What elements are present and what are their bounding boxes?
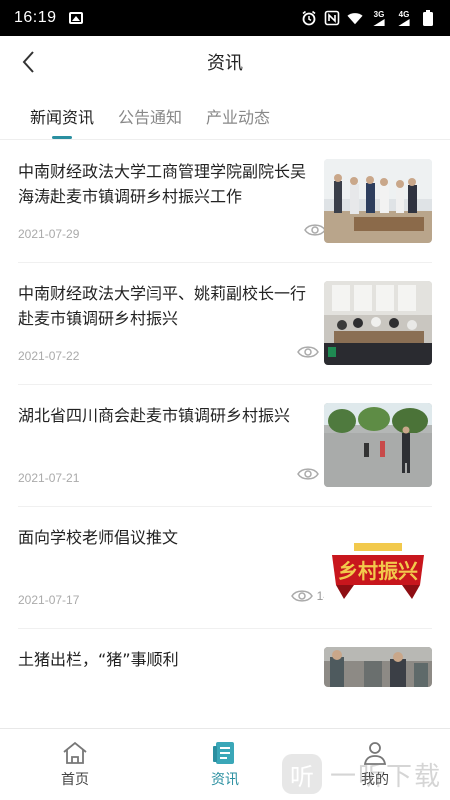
news-title: 湖北省四川商会赴麦市镇调研乡村振兴 — [18, 406, 291, 425]
bottom-nav: 首页 资讯 我的 听 一听下载 — [0, 728, 450, 800]
news-date: 2021-07-17 — [18, 593, 80, 607]
nav-news[interactable]: 资讯 — [150, 729, 300, 800]
signal-4g-icon: 4G — [395, 10, 413, 26]
news-date: 2021-07-21 — [18, 471, 80, 485]
battery-icon — [420, 10, 436, 26]
network-4g-label: 4G — [398, 10, 410, 19]
tab-industry-news[interactable]: 产业动态 — [206, 88, 270, 139]
news-date: 2021-07-22 — [18, 349, 80, 363]
top-bar: 资讯 — [0, 36, 450, 88]
nav-news-label: 资讯 — [211, 771, 239, 788]
poster-slogan: 乡村振兴 — [338, 559, 418, 583]
chevron-left-icon — [22, 51, 34, 73]
eye-icon — [290, 590, 313, 602]
nfc-icon — [324, 10, 340, 26]
gallery-notification-icon — [68, 12, 83, 24]
nav-home-label: 首页 — [61, 771, 89, 788]
eye-icon — [304, 224, 326, 236]
news-list: 中南财经政法大学工商管理学院副院长吴海涛赴麦市镇调研乡村振兴工作 2021-07… — [0, 141, 450, 728]
news-item[interactable]: 土猪出栏，“猪”事顺利 — [18, 629, 432, 709]
news-title: 面向学校老师倡议推文 — [18, 528, 179, 547]
tab-announcements[interactable]: 公告通知 — [118, 88, 182, 139]
tab-news[interactable]: 新闻资讯 — [30, 88, 94, 139]
news-thumbnail — [324, 281, 432, 365]
news-title: 中南财经政法大学工商管理学院副院长吴海涛赴麦市镇调研乡村振兴工作 — [18, 162, 307, 206]
status-icons: 3G 4G — [301, 10, 436, 26]
network-3g-label: 3G — [373, 10, 385, 19]
news-item[interactable]: 面向学校老师倡议推文 2021-07-17 14 乡村振兴 — [18, 507, 432, 629]
back-button[interactable] — [14, 48, 42, 76]
news-thumbnail — [324, 647, 432, 687]
eye-icon — [297, 346, 320, 358]
wifi-icon — [347, 10, 363, 26]
watermark-mark: 听 — [281, 754, 322, 794]
nav-home[interactable]: 首页 — [0, 729, 150, 800]
watermark-text: 一听下载 — [329, 761, 442, 792]
home-icon — [63, 741, 87, 764]
news-item[interactable]: 中南财经政法大学闫平、姚莉副校长一行 赴麦市镇调研乡村振兴 2021-07-22… — [18, 263, 432, 385]
signal-3g-icon: 3G — [370, 10, 388, 26]
category-tabs: 新闻资讯 公告通知 产业动态 — [0, 88, 450, 140]
news-item[interactable]: 湖北省四川商会赴麦市镇调研乡村振兴 2021-07-21 6 — [18, 385, 432, 507]
news-thumbnail: 乡村振兴 — [324, 525, 432, 609]
news-item[interactable]: 中南财经政法大学工商管理学院副院长吴海涛赴麦市镇调研乡村振兴工作 2021-07… — [18, 141, 432, 263]
watermark: 听 一听下载 — [281, 754, 442, 794]
page-title: 资讯 — [207, 53, 243, 74]
news-title: 土猪出栏，“猪”事顺利 — [18, 650, 179, 669]
news-thumbnail — [324, 403, 432, 487]
news-icon — [213, 741, 234, 764]
news-thumbnail — [324, 159, 432, 243]
alarm-icon — [301, 10, 317, 26]
status-time: 16:19 — [14, 9, 57, 26]
status-bar: 16:19 3G 4G — [0, 0, 450, 36]
news-date: 2021-07-29 — [18, 227, 80, 241]
eye-icon — [297, 468, 320, 480]
news-title: 中南财经政法大学闫平、姚莉副校长一行 赴麦市镇调研乡村振兴 — [18, 284, 307, 328]
